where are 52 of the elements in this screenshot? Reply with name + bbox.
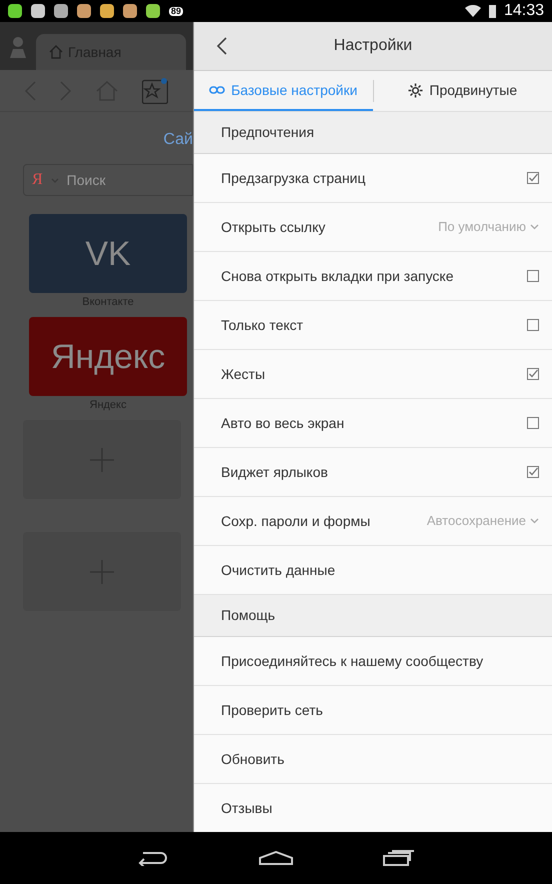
- row-label: Очистить данные: [221, 560, 336, 580]
- row-label: Авто во весь экран: [221, 414, 344, 433]
- search-placeholder: Поиск: [66, 170, 106, 190]
- battery-icon: [488, 4, 496, 18]
- checkbox[interactable]: [527, 172, 539, 184]
- site-tile[interactable]: Яндекс: [29, 317, 187, 396]
- caret-icon: [530, 518, 539, 524]
- notification-icon: [100, 4, 114, 18]
- panel-title: Настройки: [332, 36, 414, 56]
- notification-icon: [54, 4, 68, 18]
- checkbox[interactable]: [527, 368, 539, 380]
- clock: 14:33: [504, 1, 544, 21]
- row-label: Только текст: [221, 316, 304, 334]
- site-tile[interactable]: VK: [29, 214, 187, 293]
- notification-icon: [77, 4, 91, 18]
- checkbox[interactable]: [527, 417, 539, 429]
- recent-apps-icon[interactable]: [383, 850, 415, 866]
- notification-icon: [146, 4, 160, 18]
- back-icon[interactable]: [137, 850, 169, 866]
- notification-badge: 89: [169, 6, 184, 16]
- notification-icon: [123, 4, 137, 18]
- add-tile[interactable]: [23, 420, 181, 499]
- row-label: Снова открыть вкладки при запуске: [221, 266, 454, 286]
- settings-icon: [408, 82, 424, 98]
- notification-icon: [31, 4, 45, 18]
- checkbox[interactable]: [527, 466, 539, 478]
- row-label: Отзывы: [221, 798, 272, 818]
- caret-icon: [530, 224, 539, 230]
- search-engine-logo: Я: [32, 170, 43, 190]
- row-label: Сохр. пароли и формы: [221, 512, 370, 531]
- wifi-icon: [464, 5, 481, 17]
- site-logo: VK: [85, 236, 131, 270]
- add-tile[interactable]: [23, 532, 181, 611]
- row-label: Проверить сеть: [221, 700, 323, 720]
- row-label: Обновить: [221, 750, 284, 768]
- site-logo: Яндекс: [50, 340, 166, 374]
- checkbox[interactable]: [527, 319, 539, 331]
- row-label: Предзагрузка страниц: [221, 168, 366, 188]
- bookmark-star-icon[interactable]: [142, 78, 168, 104]
- account-icon: [8, 36, 28, 58]
- link-icon: [209, 86, 226, 94]
- home-icon: [48, 44, 64, 60]
- checkbox[interactable]: [527, 270, 539, 282]
- notification-icon: [8, 4, 22, 18]
- row-label: Присоединяйтесь к нашему сообществу: [221, 652, 484, 671]
- section-header: Помощь: [194, 595, 552, 637]
- row-label: Виджет ярлыков: [221, 462, 328, 482]
- settings-tab[interactable]: Продвинутые: [374, 71, 552, 111]
- section-header: Предпочтения: [194, 112, 552, 154]
- row-label: Жесты: [221, 364, 266, 384]
- back-button[interactable]: [216, 37, 228, 55]
- row-label: Открыть ссылку: [221, 218, 326, 237]
